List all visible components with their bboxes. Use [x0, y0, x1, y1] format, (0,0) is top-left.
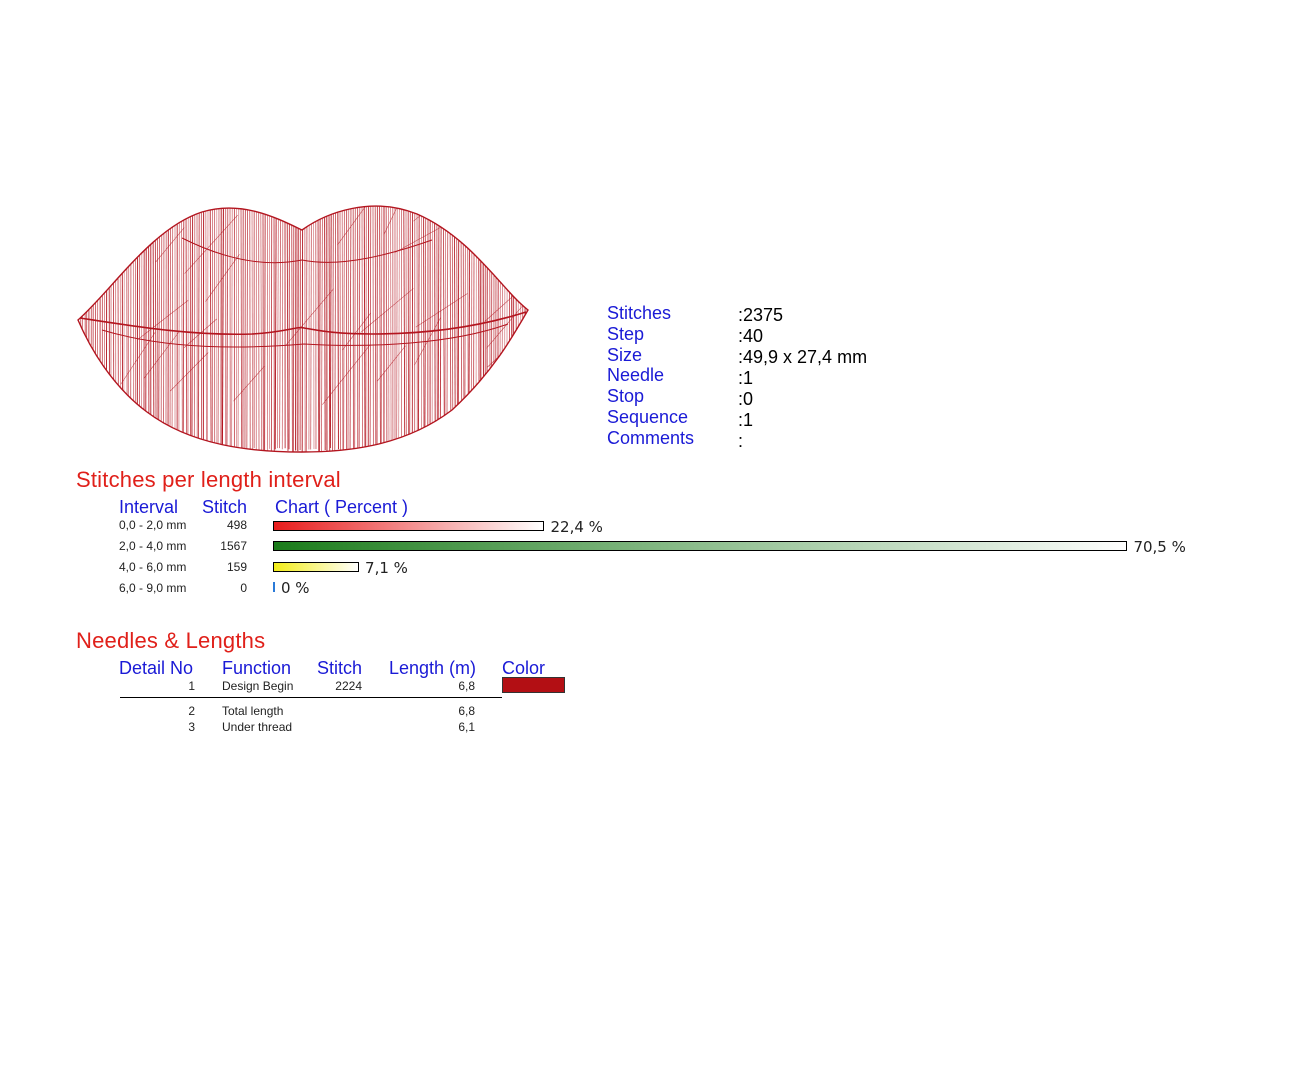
needles-section-title: Needles & Lengths — [76, 628, 266, 653]
info-label-step: Step — [607, 324, 645, 344]
header-stitch: Stitch — [317, 658, 363, 678]
percent-bar — [273, 541, 1128, 551]
percent-label: 7,1 % — [365, 559, 408, 577]
function-name: Design Begin — [222, 679, 294, 693]
function-name: Total length — [222, 704, 284, 718]
interval-label: 0,0 - 2,0 mm — [119, 518, 187, 532]
header-function: Function — [222, 658, 292, 678]
header-length: Length (m) — [389, 658, 477, 678]
interval-label: 4,0 - 6,0 mm — [119, 560, 187, 574]
length-value: 6,8 — [458, 704, 475, 718]
info-value-comments: : — [738, 431, 744, 451]
function-name: Under thread — [222, 720, 293, 734]
info-value-size: :49,9 x 27,4 mm — [738, 347, 868, 367]
length-value: 6,8 — [458, 679, 475, 693]
design-preview-image — [77, 205, 529, 453]
info-label-needle: Needle — [607, 365, 665, 385]
header-color: Color — [502, 658, 546, 678]
percent-label: 70,5 % — [1133, 538, 1186, 556]
stitches-section-title: Stitches per length interval — [76, 467, 341, 492]
length-value: 6,1 — [458, 720, 475, 734]
info-value-step: :40 — [738, 326, 764, 346]
detail-no: 2 — [188, 704, 195, 718]
detail-no: 3 — [188, 720, 195, 734]
info-label-comments: Comments — [607, 428, 695, 448]
interval-stitch-count: 1567 — [220, 539, 247, 553]
interval-label: 2,0 - 4,0 mm — [119, 539, 187, 553]
info-value-stop: :0 — [738, 389, 754, 409]
stitch-count: 2224 — [335, 679, 362, 693]
header-stitch: Stitch — [202, 497, 248, 517]
header-chart: Chart ( Percent ) — [275, 497, 409, 517]
percent-label: 0 % — [281, 579, 310, 597]
interval-stitch-count: 0 — [240, 581, 247, 595]
color-swatch — [502, 677, 565, 693]
table-divider — [120, 697, 502, 698]
info-label-size: Size — [607, 345, 643, 365]
info-label-stitches: Stitches — [607, 303, 672, 323]
percent-bar — [273, 582, 275, 592]
header-interval: Interval — [119, 497, 179, 517]
lip-seam — [79, 311, 527, 336]
percent-bar — [273, 521, 545, 531]
interval-label: 6,0 - 9,0 mm — [119, 581, 187, 595]
detail-no: 1 — [188, 679, 195, 693]
percent-bar — [273, 562, 360, 572]
info-label-sequence: Sequence — [607, 407, 689, 427]
percent-label: 22,4 % — [550, 518, 603, 536]
info-value-needle: :1 — [738, 368, 754, 388]
interval-stitch-count: 159 — [226, 560, 247, 574]
interval-stitch-count: 498 — [226, 518, 247, 532]
info-value-sequence: :1 — [738, 410, 754, 430]
header-detail-no: Detail No — [119, 658, 194, 678]
info-label-stop: Stop — [607, 386, 645, 406]
info-value-stitches: :2375 — [738, 305, 784, 325]
